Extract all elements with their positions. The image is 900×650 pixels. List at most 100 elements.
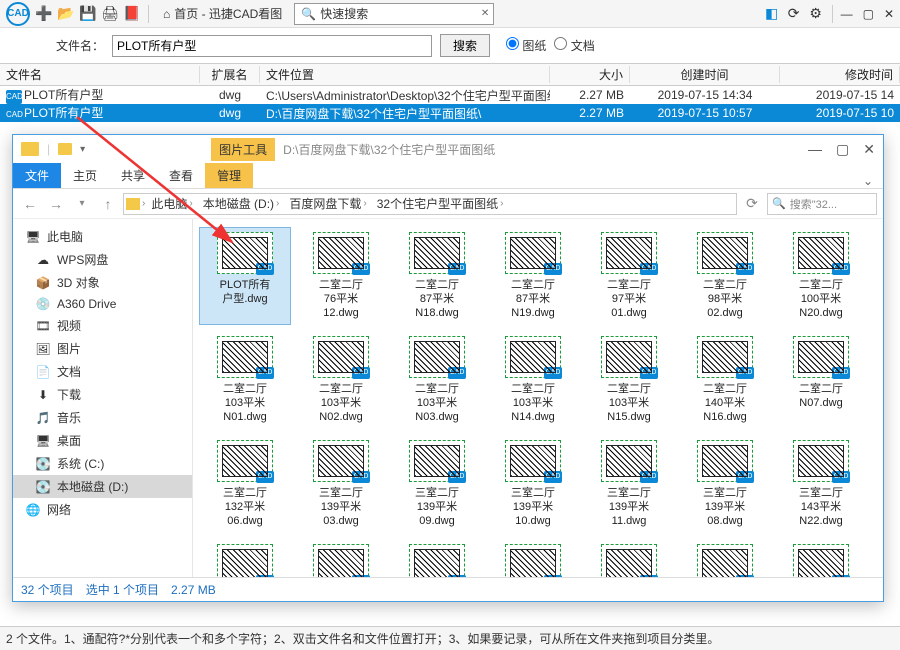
sidebar-item[interactable]: 📦3D 对象	[13, 271, 192, 294]
col-mtime[interactable]: 修改时间	[780, 66, 900, 83]
breadcrumb[interactable]: ›此电脑›本地磁盘 (D:)›百度网盘下载›32个住宅户型平面图纸›	[123, 193, 737, 215]
sidebar-item[interactable]: 🖥此电脑	[13, 225, 192, 248]
ribbon-collapse-icon[interactable]: ⌄	[853, 174, 883, 188]
file-row[interactable]: CADPLOT所有户型dwgC:\Users\Administrator\Des…	[0, 86, 900, 104]
filename-input[interactable]	[112, 35, 432, 57]
col-loc[interactable]: 文件位置	[260, 66, 550, 83]
up-icon[interactable]: ↑	[97, 196, 119, 212]
recent-icon[interactable]: ▾	[71, 198, 93, 209]
exp-maximize-icon[interactable]: ▢	[836, 141, 849, 158]
sidebar-item[interactable]: 🖼图片	[13, 337, 192, 360]
file-thumb[interactable]: CAD二室二厅103平米N02.dwg	[295, 331, 387, 429]
sidebar-item[interactable]: ☁WPS网盘	[13, 248, 192, 271]
tab-file[interactable]: 文件	[13, 163, 61, 188]
pdf-icon[interactable]: 📕	[124, 6, 140, 22]
file-thumb[interactable]: CAD	[199, 539, 291, 577]
file-thumb[interactable]: CAD	[391, 539, 483, 577]
sidebar-item[interactable]: 🖥桌面	[13, 429, 192, 452]
sidebar-item[interactable]: 🎵音乐	[13, 406, 192, 429]
col-size[interactable]: 大小	[550, 66, 630, 83]
sidebar-item[interactable]: 🌐网络	[13, 498, 192, 521]
search-icon: 🔍	[301, 7, 316, 21]
sidebar-item[interactable]: 💿A360 Drive	[13, 294, 192, 314]
col-name[interactable]: 文件名	[0, 66, 200, 83]
search-tab[interactable]: 🔍 快速搜索 ✕	[294, 3, 494, 25]
file-thumb[interactable]: CADPLOT所有户型.dwg	[199, 227, 291, 325]
file-thumb[interactable]: CAD	[487, 539, 579, 577]
tab-manage[interactable]: 管理	[205, 163, 253, 188]
file-thumb[interactable]: CAD	[871, 539, 883, 577]
col-ctime[interactable]: 创建时间	[630, 66, 780, 83]
file-thumb[interactable]: CAD二室二厅100平米N21.dwg	[871, 227, 883, 325]
thumbnail-icon: CAD	[601, 336, 657, 378]
explorer-search-input[interactable]: 🔍 搜索"32...	[767, 193, 877, 215]
refresh-icon[interactable]: ⟳	[786, 6, 802, 22]
file-thumb[interactable]: CAD三室二厅132平米06.dwg	[199, 435, 291, 533]
radio-image[interactable]: 图纸	[506, 37, 546, 54]
home-tab-label: 首页 - 迅捷CAD看图	[174, 5, 282, 22]
thumbnail-icon: CAD	[409, 232, 465, 274]
file-thumb[interactable]: CAD二室二厅103平米N01.dwg	[199, 331, 291, 429]
file-thumb[interactable]: CAD三室二厅139平米10.dwg	[487, 435, 579, 533]
search-button[interactable]: 搜索	[440, 34, 490, 57]
close-icon[interactable]: ✕	[884, 7, 894, 21]
file-row[interactable]: CADPLOT所有户型dwgD:\百度网盘下载\32个住宅户型平面图纸\2.27…	[0, 104, 900, 122]
back-icon[interactable]: ←	[19, 196, 41, 212]
file-thumb[interactable]: CAD	[775, 539, 867, 577]
tab-view[interactable]: 查看	[157, 163, 205, 188]
divider: |	[47, 142, 50, 156]
file-thumb[interactable]: CAD三室二厅143平米N22.dwg	[775, 435, 867, 533]
exp-minimize-icon[interactable]: —	[808, 141, 822, 158]
crumb[interactable]: 32个住宅户型平面图纸›	[373, 195, 508, 212]
crumb[interactable]: 百度网盘下载›	[285, 195, 370, 212]
file-thumb[interactable]: CAD二室二厅N07.dwg	[775, 331, 867, 429]
file-thumb[interactable]: CAD三室二厅131平米05.dwg	[871, 331, 883, 429]
file-thumb[interactable]: CAD二室二厅76平米12.dwg	[295, 227, 387, 325]
separator	[832, 5, 833, 23]
file-thumb[interactable]: CAD二室二厅87平米N18.dwg	[391, 227, 483, 325]
col-ext[interactable]: 扩展名	[200, 66, 260, 83]
settings-icon[interactable]: ⚙	[808, 6, 824, 22]
file-thumb[interactable]: CAD三室二厅139平米08.dwg	[679, 435, 771, 533]
chevron-down-icon[interactable]: ▾	[80, 144, 85, 155]
file-thumb[interactable]: CAD三室二厅139平米09.dwg	[391, 435, 483, 533]
exp-close-icon[interactable]: ✕	[863, 141, 875, 158]
file-thumb[interactable]: CAD	[583, 539, 675, 577]
file-thumb[interactable]: CAD三室二厅143平米N23.dwg	[871, 435, 883, 533]
sidebar-item[interactable]: 💽本地磁盘 (D:)	[13, 475, 192, 498]
file-thumb[interactable]: CAD三室二厅139平米11.dwg	[583, 435, 675, 533]
new-icon[interactable]: ➕	[36, 6, 52, 22]
explorer-titlebar: | ▾ 图片工具 D:\百度网盘下载\32个住宅户型平面图纸 — ▢ ✕	[13, 135, 883, 163]
refresh-icon[interactable]: ⟳	[741, 195, 763, 212]
file-thumb[interactable]: CAD二室二厅140平米N16.dwg	[679, 331, 771, 429]
sidebar-item[interactable]: 💽系统 (C:)	[13, 452, 192, 475]
close-tab-icon[interactable]: ✕	[481, 8, 489, 19]
minimize-icon[interactable]: —	[841, 7, 853, 21]
radio-doc[interactable]: 文档	[554, 37, 594, 54]
crumb[interactable]: 本地磁盘 (D:)›	[199, 195, 284, 212]
print-icon[interactable]: 🖨	[102, 6, 118, 22]
home-tab[interactable]: ⌂ 首页 - 迅捷CAD看图	[157, 5, 288, 22]
tab-share[interactable]: 共享	[109, 163, 157, 188]
forward-icon[interactable]: →	[45, 196, 67, 212]
file-thumb[interactable]: CAD	[679, 539, 771, 577]
sidebar-item[interactable]: 📄文档	[13, 360, 192, 383]
file-thumb[interactable]: CAD二室二厅98平米02.dwg	[679, 227, 771, 325]
crumb[interactable]: 此电脑›	[147, 195, 196, 212]
sidebar-item-icon: 🎵	[35, 411, 51, 425]
window-icon[interactable]: ◧	[764, 6, 780, 22]
file-thumb[interactable]: CAD二室二厅103平米N14.dwg	[487, 331, 579, 429]
file-thumb[interactable]: CAD二室二厅103平米N03.dwg	[391, 331, 483, 429]
open-icon[interactable]: 📂	[58, 6, 74, 22]
sidebar-item[interactable]: ⬇下载	[13, 383, 192, 406]
file-thumb[interactable]: CAD二室二厅103平米N15.dwg	[583, 331, 675, 429]
tab-home[interactable]: 主页	[61, 163, 109, 188]
file-thumb[interactable]: CAD三室二厅139平米03.dwg	[295, 435, 387, 533]
file-thumb[interactable]: CAD二室二厅87平米N19.dwg	[487, 227, 579, 325]
file-thumb[interactable]: CAD二室二厅100平米N20.dwg	[775, 227, 867, 325]
save-icon[interactable]: 💾	[80, 6, 96, 22]
sidebar-item[interactable]: 🎞视频	[13, 314, 192, 337]
maximize-icon[interactable]: ▢	[863, 7, 874, 21]
file-thumb[interactable]: CAD二室二厅97平米01.dwg	[583, 227, 675, 325]
file-thumb[interactable]: CAD	[295, 539, 387, 577]
